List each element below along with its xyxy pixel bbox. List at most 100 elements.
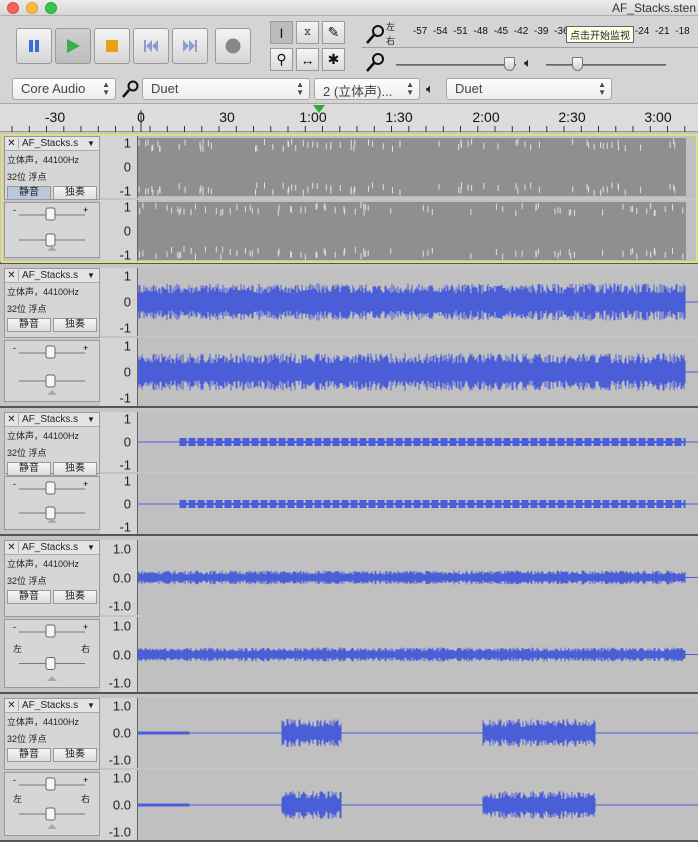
solo-button[interactable]: 独奏 (53, 186, 97, 200)
waveform[interactable] (138, 136, 698, 198)
pause-button[interactable] (16, 28, 52, 64)
audio-host-select[interactable]: Core Audio ▲ ▼ (12, 78, 116, 100)
track-name-button[interactable]: AF_Stacks.s (19, 414, 87, 425)
channel-waveform-area[interactable] (138, 338, 698, 406)
microphone-icon[interactable] (364, 24, 386, 46)
waveform[interactable] (138, 770, 698, 840)
vertical-scale[interactable]: 1 0 -1 (100, 268, 138, 336)
vertical-scale[interactable]: 1 0 -1 (100, 136, 138, 198)
track-name-button[interactable]: AF_Stacks.s (19, 700, 87, 711)
scale-max: 1.0 (112, 541, 131, 557)
zoom-tool-button[interactable]: ⚲ (270, 48, 293, 71)
track-menu-dropdown-icon[interactable]: ▼ (87, 543, 99, 552)
mute-button[interactable]: 静音 (7, 318, 51, 332)
scale-max: 1 (123, 268, 131, 284)
channel-waveform-area[interactable] (138, 617, 698, 692)
draw-tool-button[interactable]: ✎ (322, 21, 345, 44)
channel-waveform-area[interactable] (138, 698, 698, 768)
play-button[interactable] (55, 28, 91, 64)
track-name-button[interactable]: AF_Stacks.s (19, 542, 87, 553)
input-volume-thumb[interactable] (504, 57, 515, 71)
waveform[interactable] (138, 540, 698, 615)
vertical-scale[interactable]: 1.0 0.0 -1.0 (100, 770, 138, 840)
solo-button[interactable]: 独奏 (53, 462, 97, 476)
svg-text:-: - (13, 775, 16, 785)
gain-pan-sliders[interactable]: - + (5, 203, 99, 257)
channel-waveform-area[interactable] (138, 770, 698, 840)
mute-button[interactable]: 静音 (7, 748, 51, 762)
waveform[interactable] (138, 412, 698, 472)
waveform[interactable] (138, 474, 698, 534)
mute-button[interactable]: 静音 (7, 462, 51, 476)
vertical-scale[interactable]: 1.0 0.0 -1.0 (100, 698, 138, 768)
window-zoom-button[interactable] (45, 2, 57, 14)
time-shift-tool-button[interactable]: ↔ (296, 48, 319, 71)
vertical-scale[interactable]: 1 0 -1 (100, 338, 138, 406)
vertical-scale[interactable]: 1 0 -1 (100, 412, 138, 472)
track-menu-dropdown-icon[interactable]: ▼ (87, 271, 99, 280)
track-slider-panel: - + 左 右 (4, 772, 100, 836)
close-track-icon[interactable]: ✕ (5, 270, 19, 281)
envelope-tool-button[interactable]: ⧖ (296, 21, 319, 44)
timeline-ruler[interactable]: -30 0 30 1:00 1:30 2:00 2:30 3:00 (0, 104, 698, 132)
scale-zero: 0.0 (112, 647, 131, 662)
recording-channels-select[interactable]: 2 (立体声)... ▲ ▼ (314, 78, 420, 100)
pencil-icon: ✎ (327, 24, 340, 40)
solo-button[interactable]: 独奏 (53, 318, 97, 332)
recording-device-select[interactable]: Duet ▲ ▼ (142, 78, 310, 100)
close-track-icon[interactable]: ✕ (5, 700, 19, 711)
gain-pan-sliders[interactable]: - + (5, 341, 99, 401)
close-track-icon[interactable]: ✕ (5, 542, 19, 553)
skip-to-start-button[interactable] (133, 28, 169, 64)
recording-device-value: Duet (151, 81, 179, 96)
waveform[interactable] (138, 617, 698, 692)
window-close-button[interactable] (7, 2, 19, 14)
channel-waveform-area[interactable] (138, 136, 698, 198)
svg-text:+: + (83, 205, 88, 215)
scale-min: -1 (119, 390, 131, 406)
channel-waveform-area[interactable] (138, 412, 698, 472)
meter-toolbar: 左 右 -57 -54 -51 -48 -45 -42 -39 -36 点击开始监视 -24-… (362, 18, 698, 76)
channel-waveform-area[interactable] (138, 200, 698, 262)
vertical-scale[interactable]: 1 0 -1 (100, 200, 138, 262)
solo-button[interactable]: 独奏 (53, 590, 97, 604)
vertical-scale[interactable]: 1.0 0.0 -1.0 (100, 540, 138, 615)
multi-tool-button[interactable]: ✱ (322, 48, 345, 71)
play-head-icon[interactable] (312, 104, 326, 114)
scale-max: 1.0 (112, 698, 131, 714)
window-minimize-button[interactable] (26, 2, 38, 14)
monitor-tooltip: 点击开始监视 (566, 26, 634, 43)
channel-waveform-area[interactable] (138, 268, 698, 336)
record-button[interactable] (215, 28, 251, 64)
svg-text:+: + (83, 622, 88, 632)
vertical-scale[interactable]: 1 0 -1 (100, 474, 138, 534)
close-track-icon[interactable]: ✕ (5, 414, 19, 425)
selection-tool-button[interactable]: I (270, 21, 293, 44)
record-meter-scale[interactable]: -57 -54 -51 -48 -45 -42 -39 -36 (410, 26, 572, 37)
mute-button[interactable]: 静音 (7, 590, 51, 604)
track-name-button[interactable]: AF_Stacks.s (19, 138, 87, 149)
input-volume-slider[interactable] (396, 64, 516, 66)
playback-device-select[interactable]: Duet ▲ ▼ (446, 78, 612, 100)
channel-waveform-area[interactable] (138, 474, 698, 534)
output-volume-thumb[interactable] (572, 57, 583, 71)
waveform[interactable] (138, 338, 698, 406)
stop-button[interactable] (94, 28, 130, 64)
updown-icon: ▲ ▼ (296, 80, 304, 97)
close-track-icon[interactable]: ✕ (5, 138, 19, 149)
track-menu-dropdown-icon[interactable]: ▼ (87, 415, 99, 424)
waveform[interactable] (138, 698, 698, 768)
vertical-scale[interactable]: 1.0 0.0 -1.0 (100, 617, 138, 692)
track-menu-dropdown-icon[interactable]: ▼ (87, 139, 99, 148)
output-volume-slider[interactable] (546, 64, 666, 66)
solo-button[interactable]: 独奏 (53, 748, 97, 762)
track-name-button[interactable]: AF_Stacks.s (19, 270, 87, 281)
waveform[interactable] (138, 268, 698, 336)
waveform[interactable] (138, 200, 698, 262)
track-control-panel: ✕ AF_Stacks.s ▼ 立体声，44100Hz 32位 浮点 静音 独奏 (4, 136, 100, 200)
channel-waveform-area[interactable] (138, 540, 698, 615)
gain-pan-sliders[interactable]: - + (5, 477, 99, 529)
skip-to-end-button[interactable] (172, 28, 208, 64)
mute-button[interactable]: 静音 (7, 186, 51, 200)
track-menu-dropdown-icon[interactable]: ▼ (87, 701, 99, 710)
